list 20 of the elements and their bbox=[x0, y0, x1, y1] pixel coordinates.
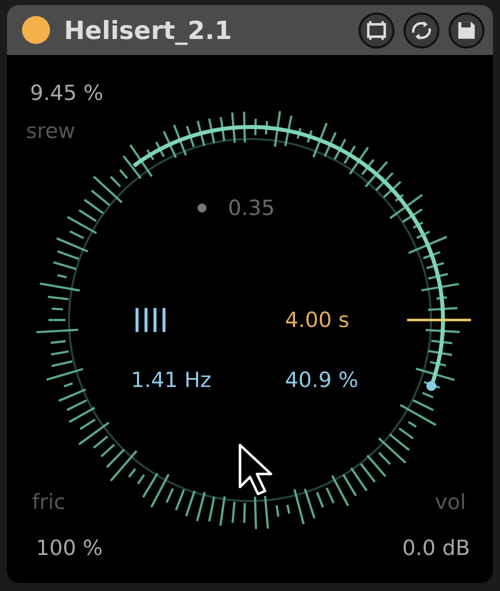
freeze-icon[interactable] bbox=[358, 12, 395, 48]
cursor-icon bbox=[238, 444, 272, 496]
param-label: fric bbox=[32, 489, 66, 515]
status-dot[interactable] bbox=[22, 16, 50, 44]
refresh-icon[interactable] bbox=[403, 12, 440, 48]
readout-value: 40.9 % bbox=[285, 367, 358, 393]
center-value: 0.35 bbox=[228, 195, 275, 221]
center-dot bbox=[198, 204, 206, 212]
param-value: 9.45 % bbox=[30, 80, 104, 106]
param-value: 100 % bbox=[36, 535, 103, 561]
save-icon[interactable] bbox=[448, 12, 485, 48]
param-label: vol bbox=[434, 489, 466, 515]
position-marker bbox=[407, 318, 471, 322]
readout-value: 1.41 Hz bbox=[131, 367, 212, 393]
param-label: srew bbox=[26, 118, 76, 144]
param-value: 0.0 dB bbox=[402, 535, 470, 561]
readout-value: 4.00 s bbox=[285, 307, 350, 333]
window-title: Helisert_2.1 bbox=[64, 16, 232, 44]
bars-icon[interactable] bbox=[136, 306, 166, 334]
playhead-dot[interactable] bbox=[426, 381, 436, 391]
